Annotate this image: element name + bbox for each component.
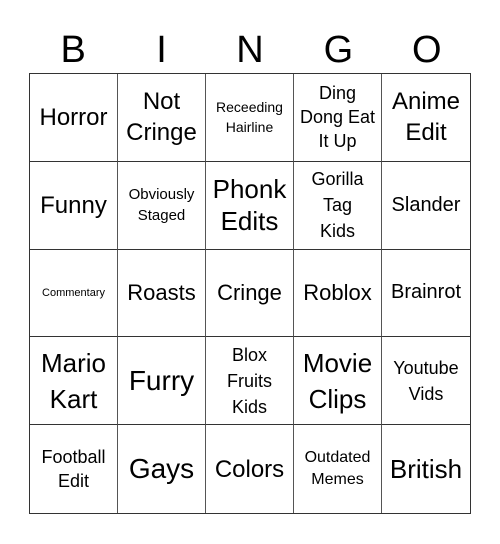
- bingo-cell[interactable]: Colors: [206, 425, 294, 513]
- bingo-cell[interactable]: Brainrot: [382, 250, 470, 338]
- bingo-cell[interactable]: Cringe: [206, 249, 294, 338]
- bingo-cell[interactable]: Horror: [30, 74, 118, 162]
- header-letter-b: B: [60, 29, 86, 71]
- bingo-cell[interactable]: Youtube Vids: [382, 337, 470, 426]
- bingo-cell[interactable]: Roasts: [118, 249, 206, 338]
- bingo-cell[interactable]: Furry: [118, 337, 206, 426]
- bingo-cell[interactable]: Commentary: [30, 249, 118, 338]
- bingo-cell[interactable]: Outdated Memes: [294, 425, 382, 513]
- bingo-cell[interactable]: Roblox: [294, 249, 382, 338]
- bingo-cell[interactable]: Gays: [118, 425, 206, 513]
- bingo-cell[interactable]: Not Cringe: [118, 74, 206, 162]
- bingo-grid: Horror Not Cringe Receeding Hairline Din…: [29, 73, 471, 514]
- header-letter-i: I: [156, 29, 167, 71]
- bingo-cell[interactable]: Ding Dong Eat It Up: [294, 74, 382, 162]
- bingo-cell[interactable]: Movie Clips: [294, 337, 382, 426]
- bingo-cell[interactable]: Football Edit: [30, 425, 118, 513]
- header-letter-n: N: [236, 29, 264, 71]
- bingo-cell[interactable]: Receeding Hairline: [206, 74, 294, 162]
- bingo-cell[interactable]: Mario Kart: [30, 337, 118, 426]
- header-letter-o: O: [411, 29, 442, 71]
- bingo-cell[interactable]: Slander: [382, 162, 470, 250]
- bingo-cell[interactable]: Obviously Staged: [118, 161, 206, 250]
- bingo-cell[interactable]: British: [382, 425, 470, 513]
- bingo-cell[interactable]: Funny: [30, 161, 118, 250]
- bingo-cell[interactable]: Blox Fruits Kids: [206, 337, 294, 426]
- bingo-cell[interactable]: Gorilla Tag Kids: [294, 161, 382, 250]
- bingo-header: B I N G O: [29, 26, 471, 74]
- bingo-cell[interactable]: Anime Edit: [382, 74, 470, 162]
- bingo-cell[interactable]: Phonk Edits: [206, 161, 294, 250]
- header-letter-g: G: [323, 29, 354, 71]
